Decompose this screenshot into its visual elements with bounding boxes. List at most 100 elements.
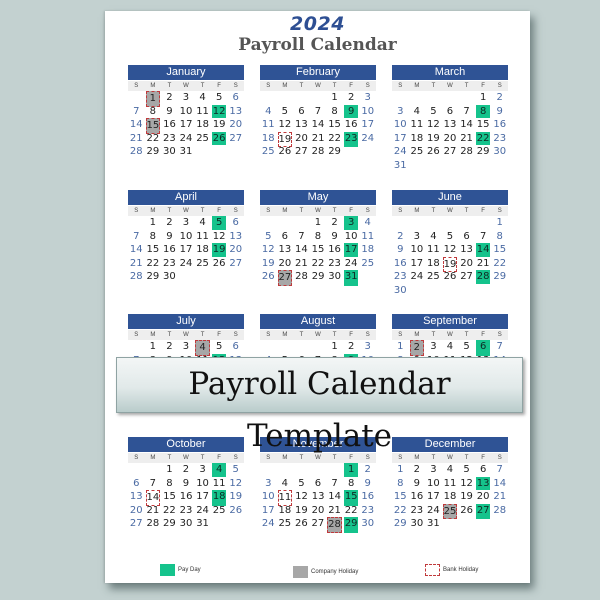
pay-day-cell: 5 (211, 216, 227, 230)
day-cell: 16 (493, 119, 507, 130)
week-row: 14151617181920 (128, 243, 244, 257)
empty-day (146, 463, 161, 477)
day-cell: 21 (129, 132, 143, 144)
pay-day-cell: 31 (343, 270, 359, 286)
day-cell: 17 (393, 132, 407, 144)
weekday-label: S (233, 83, 238, 89)
day-cell: 11 (427, 244, 440, 255)
day-cell: 27 (229, 132, 243, 144)
day-cell: 26 (212, 257, 226, 269)
week-row: 24 25 26 27 28 29 30 (260, 517, 376, 533)
weekday-label: S (497, 208, 502, 214)
weekday-label: S (134, 455, 139, 461)
day-cell: 29 (476, 146, 490, 157)
empty-day (492, 284, 507, 298)
weekday-label: T (332, 208, 337, 214)
month-header: December (392, 437, 508, 452)
month-header: February (260, 65, 376, 80)
day-cell: 29 (146, 271, 160, 282)
empty-day (443, 517, 458, 531)
day-cell: 9 (182, 477, 190, 489)
weekday-label: S (398, 208, 403, 214)
empty-day (410, 91, 425, 105)
day-cell: 11 (443, 477, 457, 489)
weekday-label: T (299, 83, 304, 89)
legend-label: Company Holiday (311, 569, 359, 575)
weekday-label: S (134, 332, 139, 338)
day-cell: 1 (397, 464, 404, 475)
weekday-label: T (431, 455, 436, 461)
day-cell: 27 (229, 257, 243, 269)
weekday-label: S (266, 332, 271, 338)
day-cell: 23 (328, 257, 341, 269)
day-cell: 11 (196, 230, 209, 242)
day-cell: 4 (265, 105, 272, 117)
pay-day-swatch (160, 564, 175, 576)
week-row: 15161718192021 (392, 490, 508, 504)
weekday-label: S (134, 208, 139, 214)
weekday-label: F (481, 332, 485, 338)
day-cell: 13 (460, 244, 473, 255)
day-cell: 3 (413, 230, 421, 242)
pay-day-cell: 4 (211, 463, 227, 477)
day-cell: 25 (212, 504, 226, 516)
day-cell: 18 (196, 244, 209, 255)
day-cell: 6 (232, 217, 239, 228)
day-cell: 19 (460, 491, 473, 502)
calendar-year: 2024 (290, 13, 345, 35)
day-cell: 1 (314, 217, 322, 228)
day-cell: 16 (344, 119, 358, 130)
day-cell: 16 (163, 244, 176, 255)
empty-day (278, 463, 293, 477)
day-cell: 7 (314, 105, 322, 117)
week-row: 17 18 19 20 21 22 23 (392, 131, 508, 145)
day-cell: 24 (196, 504, 209, 516)
empty-day (212, 270, 227, 284)
empty-day (426, 284, 441, 298)
day-cell: 14 (493, 477, 507, 489)
day-cell: 20 (476, 491, 490, 502)
day-cell: 22 (163, 504, 176, 516)
empty-day (344, 145, 359, 159)
empty-day (492, 517, 507, 531)
empty-day (476, 216, 491, 230)
company-holiday-swatch (293, 566, 308, 578)
week-row: 28293031 (128, 145, 244, 159)
day-cell: 16 (410, 491, 424, 502)
day-cell: 25 (196, 257, 209, 269)
day-cell: 14 (295, 244, 308, 255)
month-may: May S M T W T F S 1 2 3 4 5 6 7 8 9 10 11 12 13 14 15 16 17 18 19 2… (260, 190, 376, 286)
weekday-label: W (183, 332, 189, 338)
day-cell: 12 (261, 244, 275, 255)
week-row: 31 (392, 159, 508, 173)
week-row: 1 (392, 216, 508, 230)
weekday-label: F (217, 208, 221, 214)
day-cell: 26 (278, 146, 292, 157)
week-row: 11121314151617 (260, 118, 376, 132)
empty-day (311, 463, 326, 477)
day-cell: 21 (493, 491, 507, 502)
month-january: January S M T W T F S 1 2 3 4 5 6 7 8 9 10 11 12 13 14 15 16 17 1… (128, 65, 244, 159)
day-cell: 2 (413, 464, 421, 475)
day-cell: 14 (460, 119, 473, 130)
day-cell: 24 (410, 271, 424, 282)
weekday-label: F (217, 83, 221, 89)
day-cell: 30 (163, 271, 176, 282)
day-cell: 23 (361, 504, 375, 516)
weekday-label: S (365, 83, 370, 89)
empty-day (129, 463, 144, 477)
empty-day (212, 145, 227, 159)
day-cell: 9 (166, 230, 173, 242)
day-cell: 13 (278, 244, 292, 255)
day-cell: 22 (344, 504, 358, 516)
day-cell: 3 (182, 217, 190, 228)
weekday-label: F (481, 83, 485, 89)
empty-day (129, 216, 144, 230)
day-cell: 11 (410, 119, 424, 130)
week-row: 21222324252627 (128, 257, 244, 271)
day-cell: 31 (427, 518, 440, 529)
day-cell: 15 (311, 244, 325, 255)
pay-day-cell: 9 (343, 104, 359, 118)
weekday-label: S (497, 455, 502, 461)
day-cell: 8 (149, 230, 157, 242)
